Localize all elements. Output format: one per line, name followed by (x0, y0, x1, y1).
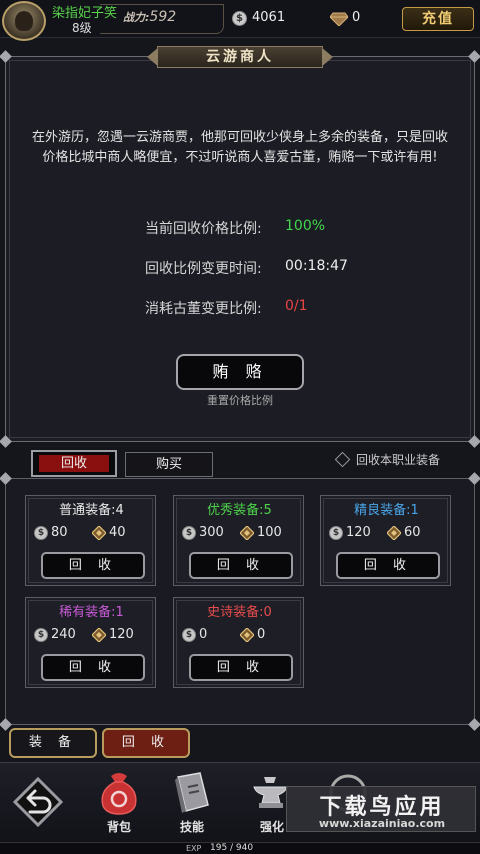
bribe-button[interactable]: 贿 赂 (176, 354, 304, 390)
gem-value: 0 (352, 10, 361, 25)
merchant-description: 在外游历，忽遇一云游商贾，他那可回收少侠身上多余的装备，只是回收价格比城中商人略… (31, 130, 448, 165)
category-title: 普通装备:4 (26, 499, 157, 518)
recycle-tab[interactable]: 回 收 (102, 728, 190, 758)
corner-ornament (0, 472, 12, 485)
player-level: 8级 (72, 21, 92, 35)
gem-reward: 60 (404, 525, 421, 540)
recycle-ratio-label: 当前回收价格比例: (145, 221, 262, 237)
recycle-ratio-value: 100% (285, 218, 326, 234)
app-screen: 染指妃子笑 8级 战力:592 $ 4061 0 充值 云游商人 在外游历，忽遇… (0, 0, 480, 854)
diamond-icon (92, 628, 106, 642)
recharge-button[interactable]: 充值 (402, 7, 474, 31)
diamond-icon (330, 12, 348, 26)
recycle-own-class-label: 回收本职业装备 (356, 453, 441, 467)
diamond-icon (92, 526, 106, 540)
gem-reward: 120 (109, 627, 134, 642)
exp-label: EXP (186, 844, 202, 853)
gem-balance: 0 (330, 9, 390, 29)
category-name: 史诗装备: (207, 605, 264, 620)
category-title: 史诗装备:0 (174, 601, 305, 620)
checkbox-diamond-icon (334, 451, 351, 468)
diamond-icon (240, 526, 254, 540)
coin-icon: $ (232, 11, 247, 26)
reset-price-ratio-hint: 重置价格比例 (207, 394, 273, 407)
recycle-category-button[interactable]: 回 收 (336, 552, 440, 579)
bag-icon (101, 773, 137, 815)
gem-reward: 0 (257, 627, 266, 642)
coin-reward: 80 (51, 525, 68, 540)
category-title: 稀有装备:1 (26, 601, 157, 620)
antique-cost-label: 消耗古董变更比例: (145, 301, 262, 317)
coin-reward: 300 (199, 525, 224, 540)
category-count: 1 (115, 605, 124, 620)
player-avatar[interactable] (2, 1, 46, 41)
corner-ornament (468, 472, 480, 485)
corner-ornament (0, 435, 12, 448)
gem-reward: 40 (109, 525, 126, 540)
category-name: 普通装备: (59, 503, 116, 518)
merchant-title-plate: 云游商人 (147, 44, 333, 70)
equipment-category-card: 普通装备:4 $80 40 回 收 (25, 495, 156, 586)
exp-bar: EXP 195 / 940 (0, 842, 480, 854)
coin-reward: 0 (199, 627, 208, 642)
tab-recycle-label: 回收 (39, 455, 109, 472)
recycle-category-button[interactable]: 回 收 (189, 654, 293, 681)
category-name: 稀有装备: (59, 605, 116, 620)
equipment-category-card: 精良装备:1 $120 60 回 收 (320, 495, 451, 586)
coin-icon: $ (34, 628, 48, 642)
coin-reward: 240 (51, 627, 76, 642)
corner-ornament (468, 718, 480, 731)
coin-reward: 120 (346, 525, 371, 540)
tab-recycle[interactable]: 回收 (31, 450, 117, 477)
power-value: 592 (149, 9, 177, 25)
coin-icon: $ (329, 526, 343, 540)
diamond-icon (387, 526, 401, 540)
recycle-category-button[interactable]: 回 收 (41, 654, 145, 681)
coin-balance: $ 4061 (232, 9, 318, 29)
nav-skills[interactable]: 技能 (162, 763, 222, 843)
gem-reward: 100 (257, 525, 282, 540)
merchant-title: 云游商人 (206, 49, 274, 65)
category-count: 5 (263, 503, 272, 518)
equipment-category-card: 稀有装备:1 $240 120 回 收 (25, 597, 156, 688)
category-count: 0 (263, 605, 272, 620)
recycle-own-class-checkbox[interactable]: 回收本职业装备 (334, 451, 474, 469)
diamond-icon (240, 628, 254, 642)
equip-tab[interactable]: 装 备 (9, 728, 97, 758)
ratio-change-time-value: 00:18:47 (285, 258, 348, 274)
equipment-category-card: 史诗装备:0 $0 0 回 收 (173, 597, 304, 688)
watermark-url: www.xiazainiao.com (318, 817, 446, 830)
coin-value: 4061 (252, 10, 286, 25)
ratio-change-time-label: 回收比例变更时间: (145, 261, 262, 277)
coin-icon: $ (182, 526, 196, 540)
category-name: 优秀装备: (207, 503, 264, 518)
tab-buy[interactable]: 购买 (125, 452, 213, 477)
category-title: 精良装备:1 (321, 499, 452, 518)
power-label: 战力: (123, 11, 150, 24)
watermark: 下载鸟应用 www.xiazainiao.com (286, 786, 476, 832)
nav-bag[interactable]: 背包 (89, 763, 149, 843)
category-count: 4 (115, 503, 124, 518)
corner-ornament (468, 50, 480, 63)
equipment-category-card: 优秀装备:5 $300 100 回 收 (173, 495, 304, 586)
corner-ornament (0, 50, 12, 63)
coin-icon: $ (34, 526, 48, 540)
category-name: 精良装备: (354, 503, 411, 518)
category-title: 优秀装备:5 (174, 499, 305, 518)
back-arrow-icon[interactable] (13, 777, 63, 827)
book-icon (175, 772, 209, 813)
corner-ornament (468, 435, 480, 448)
coin-icon: $ (182, 628, 196, 642)
recycle-category-button[interactable]: 回 收 (189, 552, 293, 579)
antique-cost-value: 0/1 (285, 298, 308, 314)
nav-skills-label: 技能 (179, 820, 204, 834)
combat-power: 战力:592 (123, 9, 176, 25)
category-count: 1 (410, 503, 419, 518)
nav-bag-label: 背包 (106, 820, 131, 834)
recycle-category-button[interactable]: 回 收 (41, 552, 145, 579)
exp-value: 195 / 940 (210, 843, 254, 853)
top-bar: 染指妃子笑 8级 战力:592 $ 4061 0 充值 (0, 0, 480, 41)
